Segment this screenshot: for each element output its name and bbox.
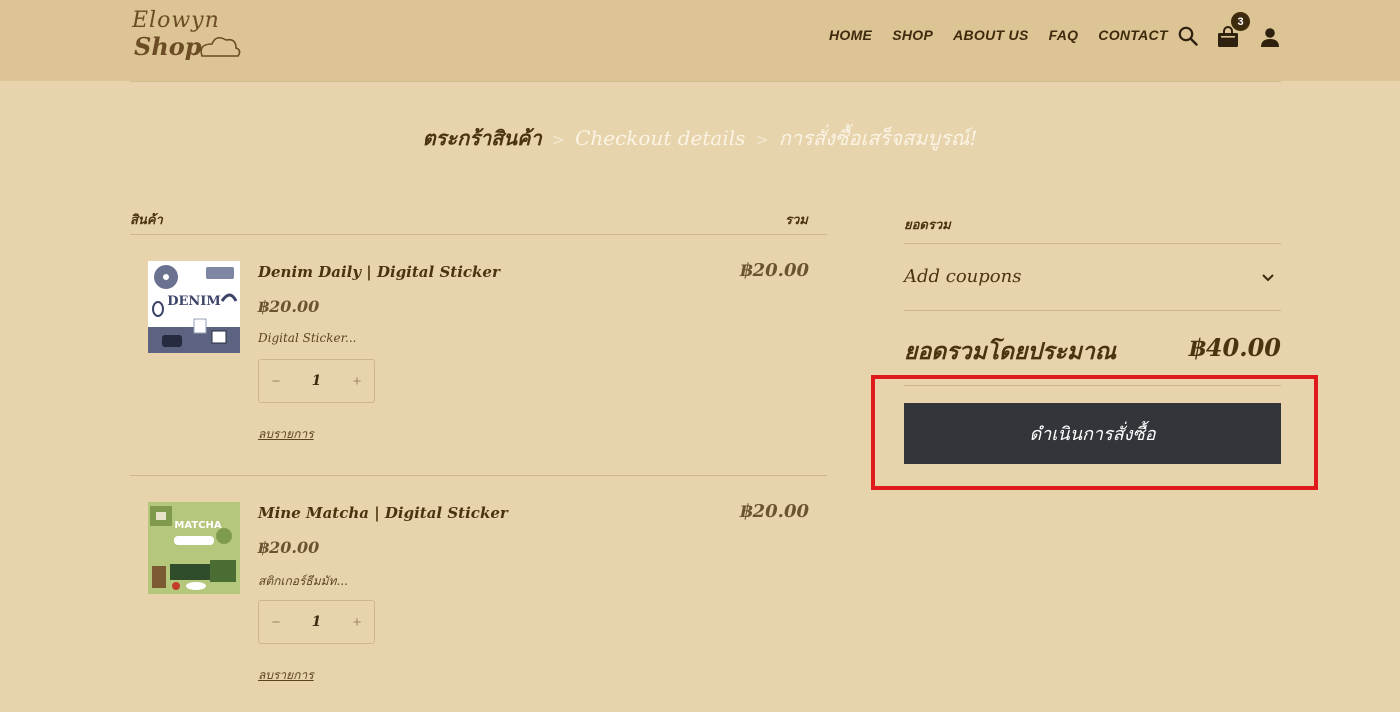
line-total: ฿20.00 xyxy=(740,501,809,522)
line-total: ฿20.00 xyxy=(740,260,809,281)
quantity-decrease-button[interactable]: − xyxy=(259,614,293,631)
thumb-label: MATCHA xyxy=(174,520,221,531)
nav-about-us[interactable]: ABOUT US xyxy=(953,27,1029,43)
checkout-breadcrumb: ตระกร้าสินค้า > Checkout details > การสั่งซื… xyxy=(0,122,1400,154)
nav-contact[interactable]: CONTACT xyxy=(1098,27,1168,43)
product-name-link[interactable]: Denim Daily | Digital Sticker xyxy=(258,263,500,281)
breadcrumb-cart[interactable]: ตระกร้าสินค้า xyxy=(423,126,542,150)
breadcrumb-checkout-details[interactable]: Checkout details xyxy=(575,126,745,150)
quantity-input[interactable]: 1 xyxy=(293,373,340,389)
quantity-increase-button[interactable]: + xyxy=(340,373,374,390)
main-nav: HOME SHOP ABOUT US FAQ CONTACT xyxy=(829,27,1188,43)
quantity-stepper: − 1 + xyxy=(258,359,375,403)
header-divider xyxy=(130,81,1281,82)
breadcrumb-separator: > xyxy=(755,130,769,149)
nav-shop[interactable]: SHOP xyxy=(892,27,933,43)
nav-home[interactable]: HOME xyxy=(829,27,872,43)
product-unit-price: ฿20.00 xyxy=(258,538,320,557)
chevron-down-icon[interactable] xyxy=(1261,272,1275,284)
breadcrumb-separator: > xyxy=(551,130,566,149)
estimated-total-value: ฿40.00 xyxy=(1189,333,1281,362)
add-coupons-toggle[interactable]: Add coupons xyxy=(904,266,1021,287)
mine-matcha-thumbnail-icon: MATCHA xyxy=(148,502,240,594)
thumb-label: DENIM xyxy=(167,294,221,309)
quantity-increase-button[interactable]: + xyxy=(340,614,374,631)
column-product-header: สินค้า xyxy=(130,213,163,228)
estimated-total-label: ยอดรวมโดยประมาณ xyxy=(904,338,1117,365)
cart-totals-heading: ยอดรวม xyxy=(904,218,951,233)
product-name-link[interactable]: Mine Matcha | Digital Sticker xyxy=(258,504,508,522)
breadcrumb-order-complete: การสั่งซื้อเสร็จสมบูรณ์! xyxy=(778,126,978,150)
cart-item: DENIM Denim Daily | Digital Sticker ฿20.… xyxy=(130,235,827,475)
summary-divider xyxy=(904,310,1281,311)
column-total-header: รวม xyxy=(785,213,808,228)
quantity-stepper: − 1 + xyxy=(258,600,375,644)
denim-daily-thumbnail-icon: DENIM xyxy=(148,261,240,353)
logo-cloud-icon xyxy=(200,36,241,57)
product-description: สติกเกอร์ธีมมัท... xyxy=(258,574,348,588)
cart-item: MATCHA Mine Matcha | Digital Sticker ฿20… xyxy=(130,476,827,712)
product-thumbnail[interactable]: DENIM xyxy=(148,261,240,353)
site-logo[interactable]: Elowyn Shop xyxy=(130,8,242,68)
product-thumbnail[interactable]: MATCHA xyxy=(148,502,240,594)
remove-item-link[interactable]: ลบรายการ xyxy=(258,666,314,685)
user-icon[interactable] xyxy=(1259,26,1281,48)
quantity-input[interactable]: 1 xyxy=(293,614,340,630)
quantity-decrease-button[interactable]: − xyxy=(259,373,293,390)
proceed-to-checkout-button[interactable]: ดำเนินการสั่งซื้อ xyxy=(904,403,1281,464)
product-unit-price: ฿20.00 xyxy=(258,297,320,316)
search-icon[interactable] xyxy=(1178,26,1198,46)
summary-divider xyxy=(904,243,1281,244)
product-description: Digital Sticker... xyxy=(258,331,357,345)
nav-faq[interactable]: FAQ xyxy=(1049,27,1079,43)
cart-count-badge[interactable]: 3 xyxy=(1231,12,1250,31)
remove-item-link[interactable]: ลบรายการ xyxy=(258,425,314,444)
